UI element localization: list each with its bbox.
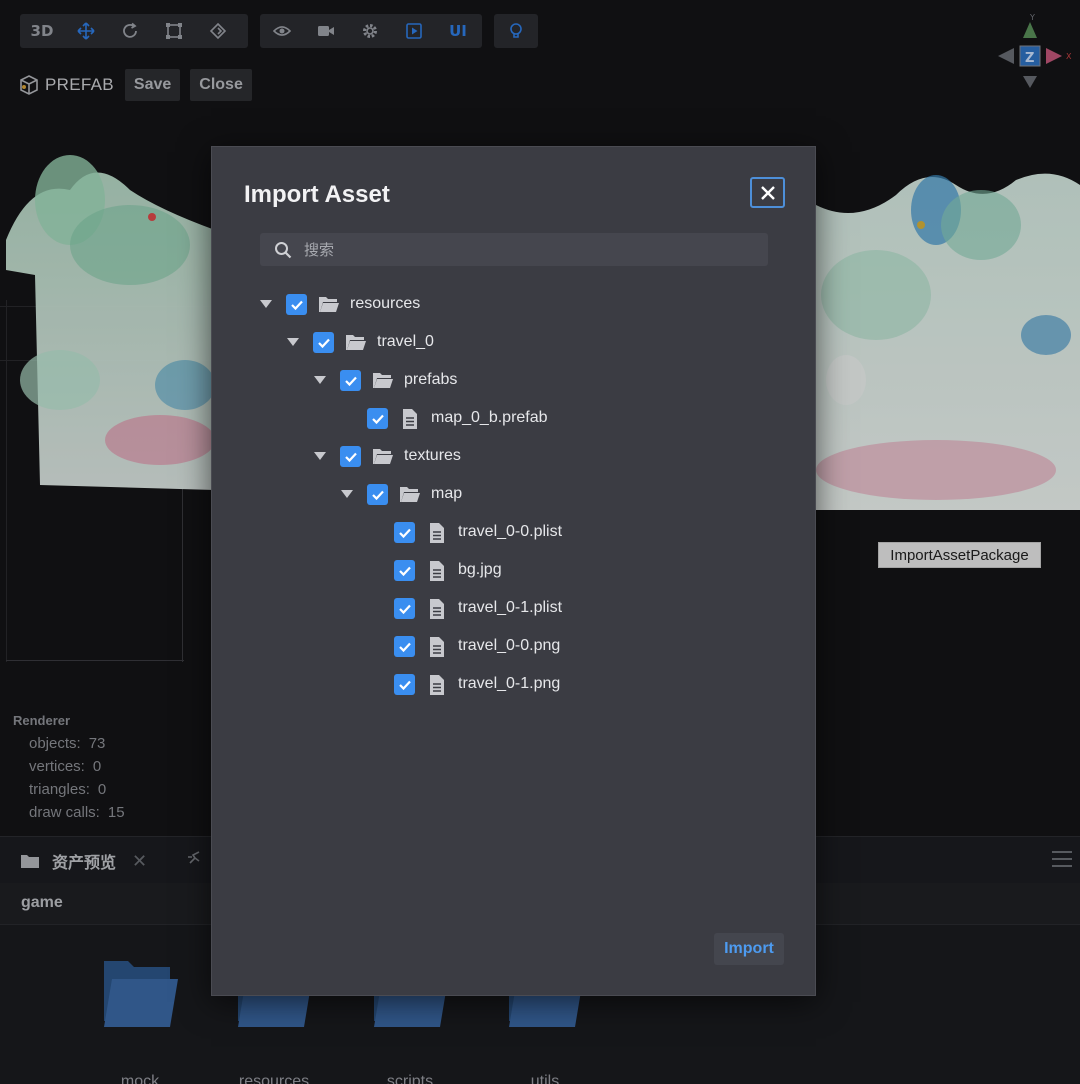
tree-folder-row[interactable]: textures (212, 438, 817, 476)
tree-file-row[interactable]: travel_0-1.png (212, 666, 817, 704)
expand-caret-icon[interactable] (314, 375, 326, 385)
file-icon (430, 523, 444, 543)
expand-caret-icon[interactable] (314, 451, 326, 461)
file-icon (430, 637, 444, 657)
checkmark-icon (398, 604, 411, 614)
tree-item-label: map (431, 485, 463, 502)
search-icon (275, 241, 292, 258)
import-button[interactable]: Import (714, 933, 784, 965)
tree-file-row[interactable]: travel_0-0.png (212, 628, 817, 666)
tree-checkbox[interactable] (394, 560, 415, 581)
import-asset-dialog: Import Asset resources travel_0prefabs map… (211, 146, 816, 996)
tree-item-label: textures (404, 447, 461, 464)
tree-folder-row[interactable]: resources (212, 286, 817, 324)
tree-folder-row[interactable]: travel_0 (212, 324, 817, 362)
dialog-close-button[interactable] (750, 177, 785, 208)
folder-open-icon (319, 297, 339, 312)
tree-item-label: travel_0-0.plist (458, 523, 563, 540)
checkmark-icon (344, 452, 357, 462)
file-icon (430, 599, 444, 619)
tree-file-row[interactable]: map_0_b.prefab (212, 400, 817, 438)
checkmark-icon (398, 680, 411, 690)
tree-item-label: travel_0-1.plist (458, 599, 563, 616)
checkmark-icon (398, 528, 411, 538)
folder-open-icon (346, 335, 366, 350)
tree-checkbox[interactable] (286, 294, 307, 315)
tree-folder-row[interactable]: prefabs (212, 362, 817, 400)
dialog-title: Import Asset (244, 181, 390, 208)
tree-checkbox[interactable] (394, 674, 415, 695)
search-input[interactable] (304, 240, 744, 259)
tree-item-label: travel_0-0.png (458, 637, 561, 654)
tree-checkbox[interactable] (340, 370, 361, 391)
tree-folder-row[interactable]: map (212, 476, 817, 514)
tree-file-row[interactable]: bg.jpg (212, 552, 817, 590)
tree-item-label: travel_0-1.png (458, 675, 561, 692)
tree-checkbox[interactable] (394, 598, 415, 619)
expand-caret-icon[interactable] (260, 299, 272, 309)
tree-item-label: travel_0 (377, 333, 434, 350)
file-icon (403, 409, 417, 429)
tree-item-label: bg.jpg (458, 561, 502, 578)
checkmark-icon (371, 490, 384, 500)
checkmark-icon (290, 300, 303, 310)
checkmark-icon (344, 376, 357, 386)
checkmark-icon (398, 642, 411, 652)
expand-caret-icon[interactable] (341, 489, 353, 499)
tree-item-label: map_0_b.prefab (431, 409, 548, 426)
tree-checkbox[interactable] (340, 446, 361, 467)
close-icon (760, 185, 775, 200)
checkmark-icon (398, 566, 411, 576)
tree-item-label: prefabs (404, 371, 458, 388)
tree-checkbox[interactable] (367, 484, 388, 505)
asset-tree: resources travel_0prefabs map_0_b.prefabte… (212, 286, 817, 704)
tree-item-label: resources (350, 295, 421, 312)
folder-open-icon (400, 487, 420, 502)
tree-checkbox[interactable] (394, 522, 415, 543)
checkmark-icon (317, 338, 330, 348)
file-icon (430, 561, 444, 581)
tree-checkbox[interactable] (313, 332, 334, 353)
folder-open-icon (373, 449, 393, 464)
tree-checkbox[interactable] (367, 408, 388, 429)
tree-file-row[interactable]: travel_0-0.plist (212, 514, 817, 552)
expand-caret-icon[interactable] (287, 337, 299, 347)
search-box[interactable] (260, 233, 768, 266)
tree-checkbox[interactable] (394, 636, 415, 657)
file-icon (430, 675, 444, 695)
checkmark-icon (371, 414, 384, 424)
tree-file-row[interactable]: travel_0-1.plist (212, 590, 817, 628)
folder-open-icon (373, 373, 393, 388)
